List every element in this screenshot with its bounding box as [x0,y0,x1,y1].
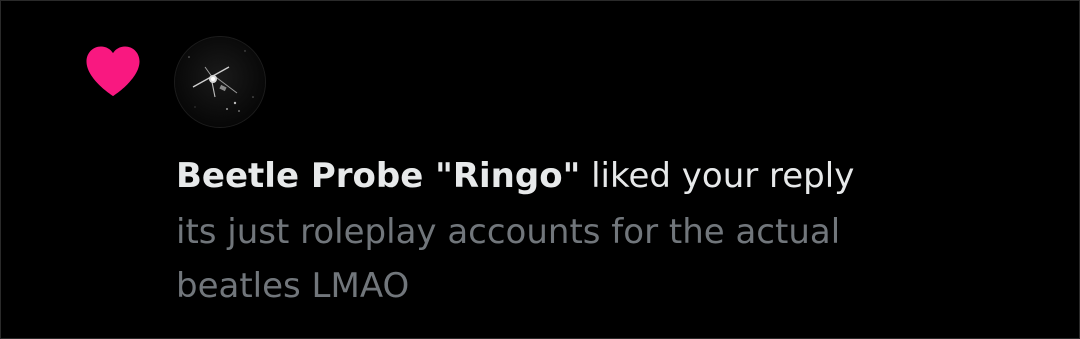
notification-content: Beetle Probe "Ringo" liked your reply it… [176,150,1056,313]
heart-icon [86,46,140,97]
satellite-probe-avatar [175,37,265,127]
like-notification[interactable]: Beetle Probe "Ringo" liked your reply it… [0,0,1080,339]
reply-preview-text[interactable]: its just roleplay accounts for the actua… [176,205,956,313]
avatar[interactable] [174,36,266,128]
action-text: liked your reply [591,156,855,196]
notification-headline: Beetle Probe "Ringo" liked your reply [176,150,1056,202]
user-name-link[interactable]: Beetle Probe "Ringo" [176,156,580,196]
